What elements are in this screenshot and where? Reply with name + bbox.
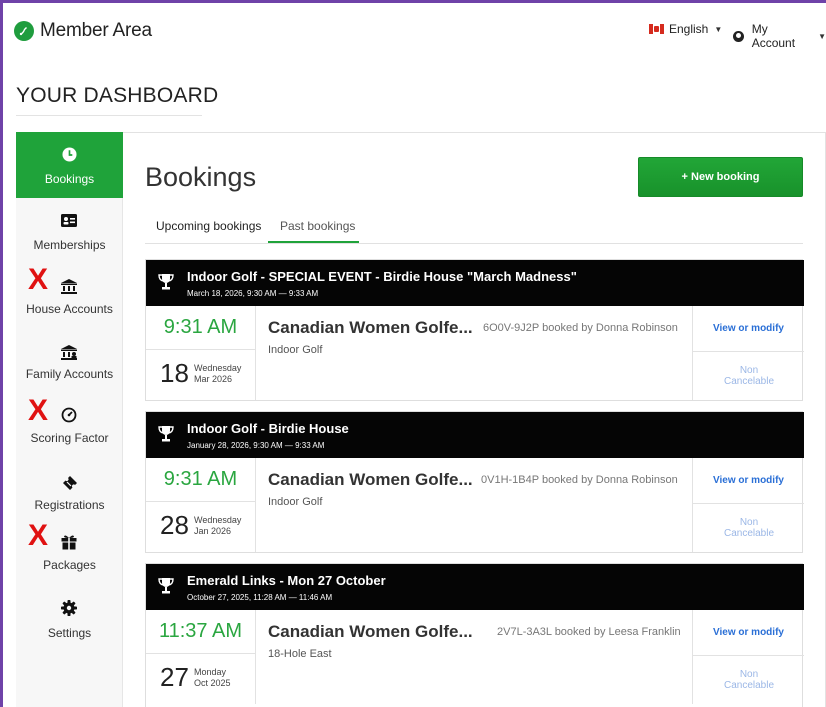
sidebar-item-bookings[interactable]: Bookings (16, 132, 123, 198)
booking-day: 27 (160, 662, 189, 692)
sidebar: Bookings Memberships X House Accounts Fa… (16, 132, 123, 707)
sidebar-item-packages[interactable]: X Packages (16, 521, 123, 594)
cross-mark: X (28, 394, 49, 427)
booking-title: Indoor Golf - SPECIAL EVENT - Birdie Hou… (187, 269, 577, 284)
booking-title: Emerald Links - Mon 27 October (187, 573, 386, 588)
booking-category: Indoor Golf (268, 496, 323, 508)
language-label: English (669, 22, 709, 36)
sidebar-item-label: House Accounts (26, 302, 113, 316)
brand[interactable]: Member Area (14, 20, 152, 42)
booking-day: 28 (160, 510, 189, 540)
sidebar-item-settings[interactable]: Settings (16, 594, 123, 660)
trophy-icon (158, 273, 174, 296)
account-menu[interactable]: My Account ▼ (733, 22, 826, 50)
view-or-modify-link[interactable]: View or modify (693, 306, 804, 352)
booking-category: Indoor Golf (268, 344, 323, 356)
gear-icon (60, 599, 78, 617)
sidebar-item-label: Bookings (44, 172, 95, 186)
booking-header: Emerald Links - Mon 27 October October 2… (146, 564, 804, 610)
booking-time: 11:37 AM (146, 610, 256, 654)
booking-event-name: Canadian Women Golfe... (268, 470, 473, 489)
booking-datetime: October 27, 2025, 11:28 AM — 11:46 AM (187, 593, 333, 602)
booking-code: 0V1H-1B4P booked by Donna Robinson (481, 474, 678, 486)
chevron-down-icon: ▼ (818, 31, 826, 41)
gauge-icon (60, 406, 78, 424)
user-icon (733, 30, 744, 42)
sidebar-item-family-accounts[interactable]: Family Accounts (16, 330, 123, 396)
cross-mark: X (28, 263, 49, 296)
section-title: Bookings (145, 162, 257, 192)
booking-card: Indoor Golf - SPECIAL EVENT - Birdie Hou… (145, 259, 804, 401)
booking-time: 9:31 AM (146, 458, 256, 502)
booking-day: 18 (160, 358, 189, 388)
gift-icon (60, 533, 78, 551)
booking-month: Jan 2026 (194, 526, 232, 536)
page-title: YOUR DASHBOARD (16, 84, 219, 107)
booking-date: 18 Wednesday Mar 2026 (146, 350, 256, 400)
booking-month: Mar 2026 (194, 374, 233, 384)
language-selector[interactable]: English ▼ (649, 22, 722, 36)
sidebar-item-label: Memberships (33, 238, 106, 252)
booking-event-name: Canadian Women Golfe... (268, 622, 473, 641)
booking-weekday: Wednesday (194, 363, 242, 373)
active-tab-indicator (268, 241, 359, 243)
cross-mark: X (28, 519, 49, 552)
sidebar-item-label: Settings (47, 626, 92, 640)
tabs-divider (145, 243, 803, 244)
clock-icon (60, 145, 78, 163)
booking-weekday: Monday (194, 667, 227, 677)
booking-actions: View or modify Non Cancelable (692, 610, 804, 704)
title-divider (16, 115, 202, 116)
booking-code: 2V7L-3A3L booked by Leesa Franklin (497, 626, 681, 638)
booking-weekday: Wednesday (194, 515, 242, 525)
view-or-modify-link[interactable]: View or modify (693, 458, 804, 504)
booking-header: Indoor Golf - SPECIAL EVENT - Birdie Hou… (146, 260, 804, 306)
bank-icon (60, 277, 78, 295)
booking-code: 6O0V-9J2P booked by Donna Robinson (483, 322, 678, 334)
family-bank-icon (60, 343, 78, 361)
sidebar-item-scoring-factor[interactable]: X Scoring Factor (16, 396, 123, 462)
status-badge: Non Cancelable (723, 365, 775, 387)
booking-card: Emerald Links - Mon 27 October October 2… (145, 563, 804, 707)
brand-name: Member Area (40, 20, 152, 41)
chevron-down-icon: ▼ (714, 24, 723, 34)
booking-date: 28 Wednesday Jan 2026 (146, 502, 256, 552)
tab-upcoming-bookings[interactable]: Upcoming bookings (156, 219, 261, 233)
brand-logo-icon (14, 21, 34, 41)
new-booking-button[interactable]: + New booking (638, 157, 803, 197)
sidebar-item-label: Scoring Factor (30, 431, 109, 445)
booking-datetime: January 28, 2026, 9:30 AM — 9:33 AM (187, 441, 325, 450)
sidebar-item-label: Packages (43, 558, 96, 572)
booking-card: Indoor Golf - Birdie House January 28, 2… (145, 411, 804, 553)
booking-date: 27 Monday Oct 2025 (146, 654, 256, 704)
booking-datetime: March 18, 2026, 9:30 AM — 9:33 AM (187, 289, 319, 298)
status-badge: Non Cancelable (723, 669, 775, 691)
trophy-icon (158, 425, 174, 448)
ticket-icon (60, 474, 78, 492)
booking-event-name: Canadian Women Golfe... (268, 318, 473, 337)
booking-header: Indoor Golf - Birdie House January 28, 2… (146, 412, 804, 458)
booking-title: Indoor Golf - Birdie House (187, 421, 349, 436)
sidebar-item-label: Family Accounts (25, 367, 114, 381)
sidebar-item-memberships[interactable]: Memberships (16, 198, 123, 264)
canada-flag-icon (649, 24, 664, 34)
booking-time: 9:31 AM (146, 306, 256, 350)
tab-past-bookings[interactable]: Past bookings (280, 219, 355, 233)
top-bar: Member Area English ▼ My Account ▼ (0, 0, 826, 64)
booking-month: Oct 2025 (194, 678, 231, 688)
sidebar-item-house-accounts[interactable]: X House Accounts (16, 264, 123, 330)
status-badge: Non Cancelable (723, 517, 775, 539)
view-or-modify-link[interactable]: View or modify (693, 610, 804, 656)
id-card-icon (60, 211, 78, 229)
booking-actions: View or modify Non Cancelable (692, 306, 804, 400)
trophy-icon (158, 577, 174, 600)
booking-category: 18-Hole East (268, 648, 332, 660)
sidebar-item-label: Registrations (34, 498, 105, 512)
booking-actions: View or modify Non Cancelable (692, 458, 804, 552)
account-label: My Account (751, 22, 796, 50)
